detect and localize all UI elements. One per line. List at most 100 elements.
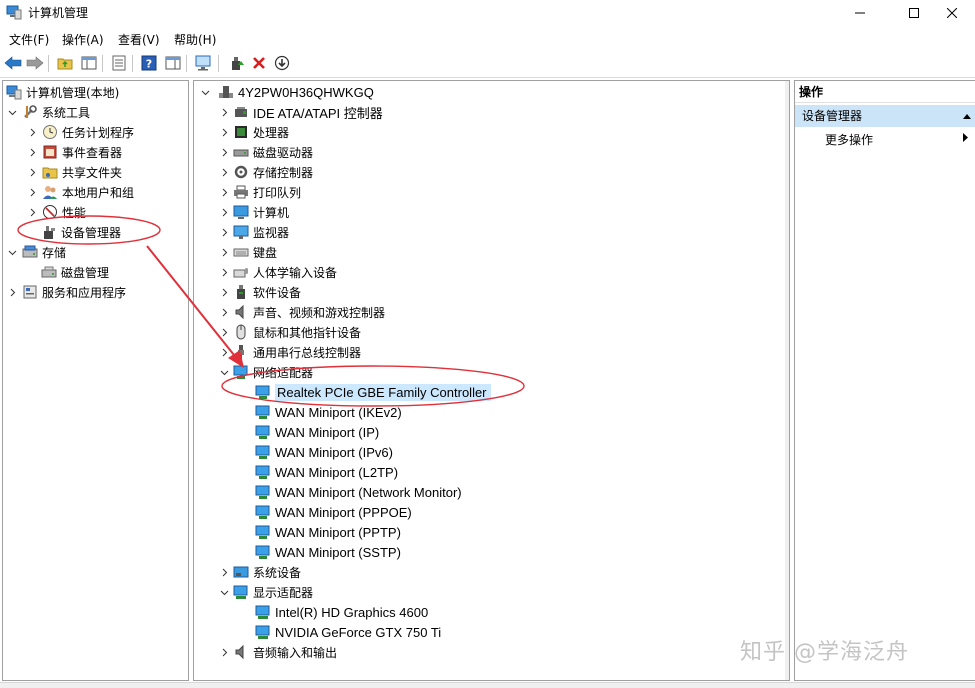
up-folder-button[interactable]	[56, 54, 74, 72]
computer-name: 4Y2PW0H36QHWKGQ	[238, 84, 374, 100]
chevron-right-icon[interactable]	[219, 127, 229, 137]
chevron-right-icon[interactable]	[27, 147, 37, 157]
chevron-down-icon[interactable]	[219, 587, 229, 597]
device-tree-root[interactable]: 4Y2PW0H36QHWKGQ	[200, 82, 374, 102]
device-category-monitors[interactable]: 监视器	[219, 222, 289, 242]
chevron-right-icon[interactable]	[27, 127, 37, 137]
display-adapter-item[interactable]: Intel(R) HD Graphics 4600	[255, 602, 428, 622]
device-category-sound[interactable]: 声音、视频和游戏控制器	[219, 302, 385, 322]
chevron-right-icon[interactable]	[219, 307, 229, 317]
help-button[interactable]: ?	[140, 54, 158, 72]
tree-item-device-manager[interactable]: 设备管理器	[41, 222, 121, 242]
network-adapter-item[interactable]: WAN Miniport (IKEv2)	[255, 402, 402, 422]
tree-item-event-viewer[interactable]: 事件查看器	[27, 142, 122, 162]
monitor-icon	[233, 225, 249, 239]
network-adapter-item[interactable]: Realtek PCIe GBE Family Controller	[255, 382, 491, 402]
device-category-software-devices[interactable]: 软件设备	[219, 282, 301, 302]
uninstall-device-button[interactable]	[250, 54, 268, 72]
chevron-right-icon[interactable]	[219, 107, 229, 117]
chevron-down-icon[interactable]	[7, 247, 17, 257]
tree-item-task-scheduler[interactable]: 任务计划程序	[27, 122, 134, 142]
chevron-right-icon[interactable]	[7, 287, 17, 297]
chevron-right-icon[interactable]	[219, 227, 229, 237]
device-category-system-devices[interactable]: 系统设备	[219, 562, 301, 582]
network-adapter-item[interactable]: WAN Miniport (PPPOE)	[255, 502, 412, 522]
chevron-right-icon[interactable]	[219, 287, 229, 297]
tree-item-label: 事件查看器	[62, 145, 123, 160]
tree-item-label: 任务计划程序	[62, 125, 135, 140]
maximize-icon	[909, 8, 919, 18]
network-adapter-item[interactable]: WAN Miniport (PPTP)	[255, 522, 401, 542]
device-category-label: 网络适配器	[253, 365, 314, 380]
tree-item-services[interactable]: 服务和应用程序	[7, 282, 126, 302]
chevron-right-icon[interactable]	[27, 167, 37, 177]
chevron-right-icon[interactable]	[219, 247, 229, 257]
chevron-right-icon[interactable]	[219, 147, 229, 157]
enable-device-button[interactable]	[273, 54, 291, 72]
chevron-down-icon[interactable]	[219, 367, 229, 377]
show-action-pane-button[interactable]	[164, 54, 182, 72]
scan-hardware-button[interactable]	[195, 54, 213, 72]
chevron-down-icon[interactable]	[7, 107, 17, 117]
display-adapter-item[interactable]: NVIDIA GeForce GTX 750 Ti	[255, 622, 441, 642]
chevron-right-icon[interactable]	[219, 207, 229, 217]
chevron-right-icon[interactable]	[27, 187, 37, 197]
chevron-right-icon[interactable]	[219, 187, 229, 197]
chevron-right-icon[interactable]	[219, 567, 229, 577]
disk-management-icon	[41, 266, 57, 278]
show-hide-tree-button[interactable]	[80, 54, 98, 72]
device-category-audio-io[interactable]: 音频输入和输出	[219, 642, 337, 662]
performance-gauge-icon	[43, 205, 57, 219]
menu-file[interactable]: 文件(F)	[9, 31, 49, 48]
chevron-right-icon[interactable]	[219, 347, 229, 357]
device-category-network-adapters[interactable]: 网络适配器	[219, 362, 313, 382]
network-adapter-item[interactable]: WAN Miniport (Network Monitor)	[255, 482, 462, 502]
network-adapter-item[interactable]: WAN Miniport (SSTP)	[255, 542, 401, 562]
device-category-display-adapters[interactable]: 显示适配器	[219, 582, 313, 602]
device-tree-scrollbar[interactable]	[785, 81, 789, 680]
menu-view[interactable]: 查看(V)	[118, 31, 160, 48]
properties-button[interactable]	[110, 54, 128, 72]
tree-item-shared-folders[interactable]: 共享文件夹	[27, 162, 122, 182]
chevron-down-icon[interactable]	[200, 87, 210, 97]
tree-item-performance[interactable]: 性能	[27, 202, 86, 222]
menu-help[interactable]: 帮助(H)	[174, 31, 216, 48]
back-button[interactable]	[4, 54, 22, 72]
svg-text:?: ?	[146, 58, 152, 71]
tree-item-system-tools[interactable]: 系统工具	[7, 102, 90, 122]
close-button[interactable]	[929, 0, 975, 26]
device-category-print-queues[interactable]: 打印队列	[219, 182, 301, 202]
collapse-up-icon[interactable]	[963, 113, 971, 119]
network-adapter-item[interactable]: WAN Miniport (L2TP)	[255, 462, 398, 482]
actions-section-device-manager[interactable]: 设备管理器	[795, 105, 975, 127]
chevron-right-icon[interactable]	[219, 267, 229, 277]
tree-item-disk-management[interactable]: 磁盘管理	[41, 262, 109, 282]
network-adapter-item[interactable]: WAN Miniport (IPv6)	[255, 442, 393, 462]
more-actions-item[interactable]: 更多操作	[825, 131, 975, 148]
device-category-ide[interactable]: IDE ATA/ATAPI 控制器	[219, 102, 383, 122]
menu-action[interactable]: 操作(A)	[62, 31, 104, 48]
chevron-right-icon[interactable]	[27, 207, 37, 217]
network-adapter-icon	[233, 365, 248, 379]
device-category-storage-controllers[interactable]: 存储控制器	[219, 162, 313, 182]
tree-item-local-users[interactable]: 本地用户和组	[27, 182, 134, 202]
update-driver-button[interactable]	[228, 54, 246, 72]
device-category-computer[interactable]: 计算机	[219, 202, 289, 222]
device-category-usb[interactable]: 通用串行总线控制器	[219, 342, 361, 362]
display-adapter-label: NVIDIA GeForce GTX 750 Ti	[275, 624, 442, 640]
device-category-disk-drives[interactable]: 磁盘驱动器	[219, 142, 313, 162]
chevron-right-icon[interactable]	[219, 647, 229, 657]
forward-button[interactable]	[26, 54, 44, 72]
toolbar-separator	[102, 55, 103, 72]
chevron-right-icon[interactable]	[219, 327, 229, 337]
device-category-hid[interactable]: 人体学输入设备	[219, 262, 337, 282]
network-adapter-item[interactable]: WAN Miniport (IP)	[255, 422, 379, 442]
minimize-button[interactable]	[837, 0, 883, 26]
device-category-mice[interactable]: 鼠标和其他指针设备	[219, 322, 361, 342]
device-category-keyboards[interactable]: 键盘	[219, 242, 277, 262]
tree-item-label: 本地用户和组	[62, 185, 135, 200]
tree-item-storage[interactable]: 存储	[7, 242, 66, 262]
tree-item-root[interactable]: 计算机管理(本地)	[6, 82, 119, 102]
chevron-right-icon[interactable]	[219, 167, 229, 177]
device-category-processor[interactable]: 处理器	[219, 122, 289, 142]
